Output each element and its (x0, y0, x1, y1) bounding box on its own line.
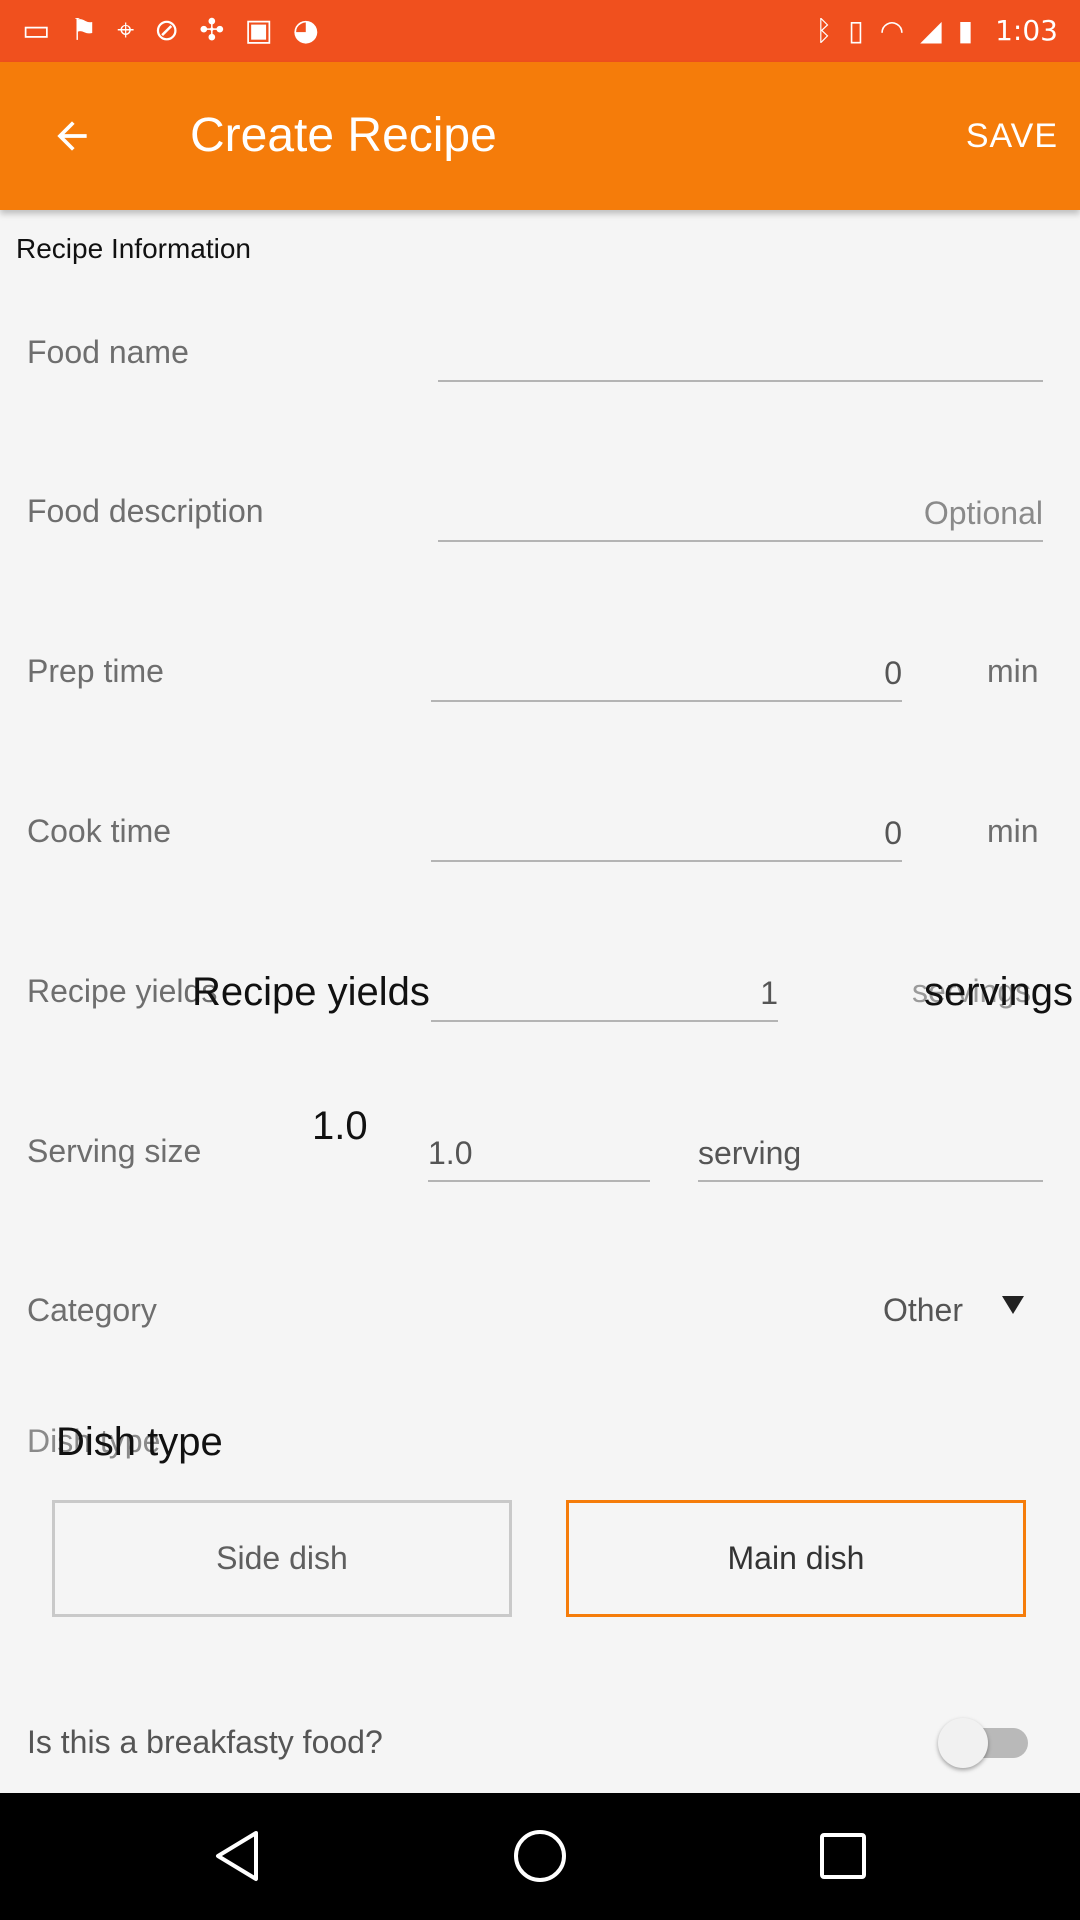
battery-icon: ▮ (957, 14, 974, 47)
android-icon: ◕ (292, 13, 319, 48)
flag-icon: ⚑ (70, 13, 98, 48)
back-button[interactable] (36, 100, 108, 172)
main-dish-button[interactable]: Main dish (566, 1500, 1026, 1617)
breakfast-label: Is this a breakfasty food? (27, 1724, 383, 1760)
serving-size-overlay-value: 1.0 (312, 1104, 368, 1148)
side-dish-button[interactable]: Side dish (52, 1500, 512, 1617)
bluetooth-icon: ᛒ (815, 14, 833, 47)
food-name-input[interactable] (438, 326, 1043, 382)
toggle-thumb[interactable] (938, 1718, 988, 1768)
prep-time-unit: min (987, 653, 1039, 689)
home-circle-icon (514, 1830, 566, 1882)
recipe-yields-overlay-label: Recipe yields (192, 970, 430, 1014)
vibrate-icon: ▯ (848, 14, 864, 47)
page-title: Create Recipe (190, 109, 497, 162)
dropdown-triangle-icon[interactable] (1002, 1296, 1024, 1314)
serving-size-label: Serving size (27, 1133, 202, 1169)
recipe-yields-input[interactable]: 1 (431, 966, 778, 1022)
signal-icon: ◢ (920, 14, 942, 47)
status-bar: ▭ ⚑ ⌖ ⊘ ✣ ▣ ◕ ᛒ ▯ ◠ ◢ ▮ 1:03 (0, 0, 1080, 62)
app-bar: Create Recipe SAVE (0, 62, 1080, 210)
cook-time-input[interactable]: 0 (431, 806, 902, 862)
arrow-left-icon (57, 121, 87, 151)
status-icons-right: ᛒ ▯ ◠ ◢ ▮ 1:03 (815, 10, 1058, 52)
save-button[interactable]: SAVE (966, 112, 1058, 160)
cook-time-label: Cook time (27, 813, 172, 849)
navigation-bar (0, 1793, 1080, 1920)
status-time: 1:03 (995, 14, 1058, 47)
food-description-input[interactable]: Optional (438, 486, 1043, 542)
back-triangle-icon (216, 1831, 258, 1881)
serving-size-input[interactable]: 1.0 (428, 1126, 650, 1182)
category-label: Category (27, 1292, 157, 1328)
fake-gps-icon: ⌖ (117, 13, 135, 48)
cook-time-unit: min (987, 813, 1039, 849)
prep-time-input[interactable]: 0 (431, 646, 902, 702)
block-icon: ⊘ (154, 13, 180, 48)
lock-icon: ▣ (244, 13, 273, 48)
recipe-yields-label: Recipe yields (27, 973, 218, 1009)
nav-home-button[interactable] (507, 1823, 573, 1889)
recents-square-icon (820, 1833, 866, 1879)
satellite-icon: ✣ (199, 13, 225, 48)
serving-unit-input[interactable]: serving (698, 1126, 1043, 1182)
nav-back-button[interactable] (204, 1823, 270, 1889)
message-icon: ▭ (22, 13, 51, 48)
food-name-label: Food name (27, 334, 189, 370)
section-title: Recipe Information (16, 233, 252, 264)
dish-type-overlay-label: Dish type (56, 1420, 223, 1464)
status-icons-left: ▭ ⚑ ⌖ ⊘ ✣ ▣ ◕ (22, 10, 319, 52)
food-description-label: Food description (27, 493, 264, 529)
wifi-icon: ◠ (879, 14, 905, 47)
category-select[interactable]: Other (883, 1290, 963, 1330)
prep-time-label: Prep time (27, 653, 164, 689)
recipe-yields-overlay-unit: servings (924, 970, 1073, 1014)
nav-recents-button[interactable] (810, 1823, 876, 1889)
